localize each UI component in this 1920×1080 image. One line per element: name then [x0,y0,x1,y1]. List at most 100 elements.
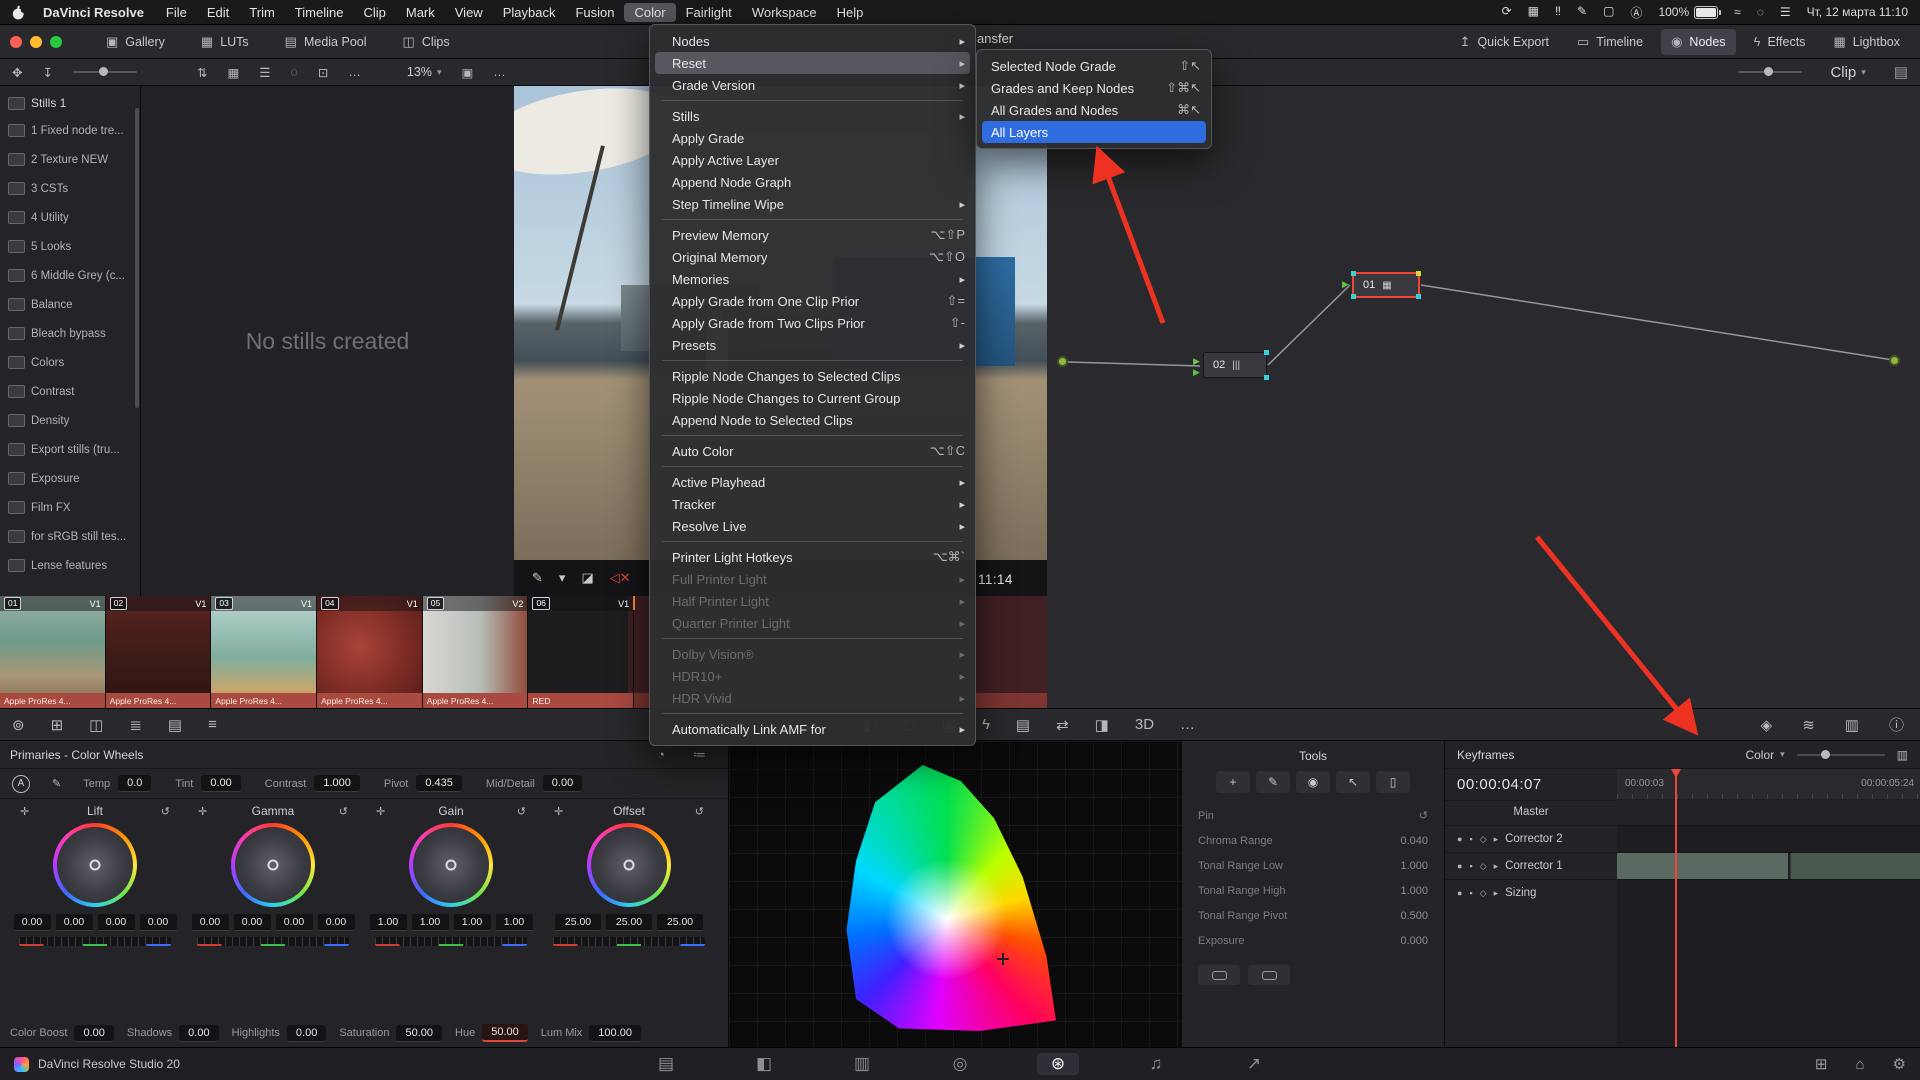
wheel-master-slider[interactable] [19,937,171,946]
wheel-value[interactable]: 0.00 [56,914,93,931]
menubar-item[interactable]: Edit [197,3,239,22]
wheel-reset-icon[interactable]: ↺ [517,805,526,818]
color-menu-item[interactable]: HDR Vivid ▸ [650,687,975,709]
color-menu-item[interactable]: Original Memory ⌥⇧O [650,246,975,268]
enable-dot-icon[interactable]: ● [1457,834,1462,844]
wheel-reset-icon[interactable]: ↺ [695,805,704,818]
corrector-node-01[interactable]: 01 ▦ [1352,272,1420,298]
keyframes-mode-dropdown[interactable]: Color ▾ [1745,748,1784,762]
header-button[interactable]: ◫ Clips [393,29,460,55]
picker-icon[interactable]: ✎ [532,570,543,586]
battery-indicator[interactable]: 100% [1658,5,1718,19]
wheel-adjust-icon[interactable]: ✛ [198,805,207,818]
grid-view-icon[interactable]: ▦ [227,65,239,80]
gallery-album-item[interactable]: Density [0,406,140,435]
lock-box-icon[interactable]: ▪ [1469,834,1472,844]
node-graph-panel[interactable]: ▶ ▶ ▶ 01 ▦ 02 ||| [1047,86,1920,708]
wipe-mode-icon[interactable]: ◪ [581,570,593,586]
wheel-value[interactable]: 0.00 [98,914,135,931]
color-menu-item[interactable]: Automatically Link AMF for ▸ [650,718,975,740]
node-zoom-slider[interactable] [1738,71,1802,73]
color-menu-item[interactable]: Half Printer Light ▸ [650,590,975,612]
link-toggle-button[interactable] [1248,965,1290,985]
node-view-dropdown[interactable]: Clip ▾ [1830,64,1865,81]
tool-slider-value[interactable]: 0.000 [1400,935,1428,947]
wheel-value[interactable]: 0.00 [276,914,313,931]
cut-page-icon[interactable]: ◧ [743,1053,785,1075]
swap-icon[interactable]: ⇄ [1056,716,1069,734]
sync-icon[interactable]: ⟳ [1502,4,1512,21]
picker-icon[interactable]: ✎ [52,777,61,790]
highlight-icon[interactable]: ◨ [1095,716,1109,734]
media-page-icon[interactable]: ▤ [645,1053,687,1075]
color-menu-item[interactable]: Dolby Vision® ▸ [650,643,975,665]
alert-icon[interactable]: ‼ [1555,4,1561,21]
pin-reset-icon[interactable]: ↺ [1419,809,1428,822]
tool-slider-row[interactable]: Tonal Range High 1.000 [1198,878,1428,903]
wheel-reset-icon[interactable]: ↺ [339,805,348,818]
wheel-adjust-icon[interactable]: ✛ [376,805,385,818]
color-menu-item[interactable]: HDR10+ ▸ [650,665,975,687]
color-menu-item[interactable]: Reset ▸ [655,52,970,74]
info-panel-icon[interactable]: ⓘ [1889,714,1904,735]
keyframe-diamond-icon[interactable]: ◇ [1480,834,1487,845]
gallery-album-item[interactable]: 5 Looks [0,232,140,261]
gallery-icon[interactable]: ▤ [1016,716,1030,734]
param-value[interactable]: 100.00 [589,1025,641,1042]
color-menu-item[interactable]: Memories ▸ [650,268,975,290]
keyframe-panel-icon[interactable]: ◈ [1761,716,1773,734]
color-menu-item[interactable]: Ripple Node Changes to Selected Clips [650,365,975,387]
gallery-album-item[interactable]: for sRGB still tes... [0,522,140,551]
split-view-icon[interactable]: ◫ [89,716,103,734]
lock-box-icon[interactable]: ▪ [1469,861,1472,871]
menubar-item[interactable]: Help [827,3,874,22]
header-button[interactable]: ◉ Nodes [1661,29,1735,55]
more-icon[interactable]: … [1180,716,1195,733]
header-button[interactable]: ▣ Gallery [96,29,175,55]
color-menu-item[interactable]: Apply Grade [650,127,975,149]
color-page-icon[interactable]: ⊛ [1037,1053,1079,1075]
color-menu-item[interactable]: Step Timeline Wipe ▸ [650,193,975,215]
reset-submenu-item[interactable]: All Grades and Nodes ⌘↖ [977,99,1211,121]
edit-page-icon[interactable]: ▥ [841,1053,883,1075]
collaboration-icon[interactable]: ⊞ [1815,1055,1828,1073]
color-menu-item[interactable]: Apply Grade from Two Clips Prior ⇧- [650,312,975,334]
timeline-clip[interactable]: 02 V1 Apple ProRes 4... [106,596,212,708]
panel-collapse-icon[interactable]: ▤ [1894,63,1908,81]
param-value[interactable]: 0.0 [118,775,151,792]
param-value[interactable]: 0.00 [201,775,240,792]
gallery-album-item[interactable]: Film FX [0,493,140,522]
color-menu-item[interactable]: Resolve Live ▸ [650,515,975,537]
reset-submenu-item[interactable]: All Layers [982,121,1206,143]
mute-icon[interactable]: ◁✕ [610,570,631,586]
fairlight-page-icon[interactable]: ♫ [1135,1053,1177,1075]
keyframe-diamond-icon[interactable]: ◇ [1480,888,1487,899]
wheel-value[interactable]: 1.00 [496,914,533,931]
gallery-album-item[interactable]: Contrast [0,377,140,406]
color-menu-item[interactable]: Grade Version ▸ [650,74,975,96]
menubar-item[interactable]: View [445,3,493,22]
sort-icon[interactable]: ⇅ [197,65,207,80]
expand-arrow-icon[interactable]: ▸ [1494,888,1499,899]
wheel-adjust-icon[interactable]: ✛ [554,805,563,818]
param-value[interactable]: 0.00 [179,1025,218,1042]
expand-icon[interactable]: ⊡ [318,65,328,80]
gallery-album-item[interactable]: 1 Fixed node tre... [0,116,140,145]
param-value[interactable]: 50.00 [396,1025,442,1042]
thumb-size-slider[interactable] [73,71,137,73]
wheel-value[interactable]: 1.00 [454,914,491,931]
tool-slider-value[interactable]: 0.040 [1400,835,1428,847]
color-menu-item[interactable]: Presets ▸ [650,334,975,356]
viewer-zoom-dropdown[interactable]: 13% ▾ [407,65,442,79]
stack-icon[interactable]: ≣ [129,716,142,734]
source-node-dot[interactable] [1057,356,1068,367]
effects-icon[interactable]: ϟ [982,716,990,733]
color-menu-item[interactable]: Quarter Printer Light ▸ [650,612,975,634]
wheel-adjust-icon[interactable]: ✛ [20,805,29,818]
wifi-icon[interactable]: ≈ [1734,5,1741,19]
apple-menu-icon[interactable] [12,5,25,20]
settings-icon[interactable]: ⚙ [1893,1055,1906,1073]
param-value[interactable]: 0.435 [416,775,462,792]
menubar-item[interactable]: Trim [239,3,285,22]
app-menu-title[interactable]: DaVinci Resolve [33,3,154,22]
